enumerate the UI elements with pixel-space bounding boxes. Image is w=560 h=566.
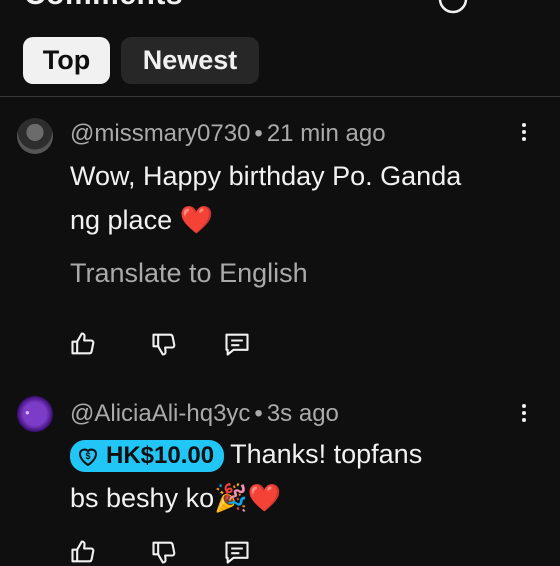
comment-text-line: Wow, Happy birthday Po. Ganda <box>70 161 462 191</box>
comment-text-segment: Thanks! topfans <box>230 439 423 469</box>
comment-text: $ HK$10.00 Thanks! topfans bs beshy ko🎉❤… <box>70 432 550 520</box>
comment-text-line: bs beshy ko🎉❤️ <box>70 476 550 520</box>
avatar[interactable]: ● <box>17 396 53 432</box>
comment-text-segment: bs beshy ko <box>70 483 215 513</box>
reply-icon[interactable] <box>223 538 251 566</box>
comment-item: @missmary0730 • 21 min ago Wow, Happy birt… <box>0 118 560 368</box>
translate-button[interactable]: Translate to English <box>70 258 308 289</box>
comment-text-segment: ng place <box>70 205 173 235</box>
comment-text-line: ng place ❤️ <box>70 198 530 242</box>
comment-meta: @missmary0730 • 21 min ago <box>70 120 386 147</box>
more-vert-icon[interactable] <box>512 401 536 425</box>
tab-newest[interactable]: Newest <box>121 37 259 84</box>
settings-icon[interactable] <box>438 0 468 14</box>
comment-text-line: $ HK$10.00 Thanks! topfans <box>70 432 550 476</box>
comment-text: Wow, Happy birthday Po. Ganda ng place ❤… <box>70 154 530 242</box>
tab-top[interactable]: Top <box>23 37 110 84</box>
like-icon[interactable] <box>69 330 97 358</box>
page-title: Comments <box>24 0 183 12</box>
more-vert-icon[interactable] <box>512 120 536 144</box>
comment-author[interactable]: @AliciaAli-hq3yc <box>70 400 250 427</box>
comment-meta: @AliciaAli-hq3yc • 3s ago <box>70 400 339 427</box>
comment-time: 21 min ago <box>266 120 386 147</box>
like-icon[interactable] <box>69 538 97 566</box>
dislike-icon[interactable] <box>150 330 178 358</box>
comments-header: Comments Top Newest <box>0 0 560 97</box>
super-thanks-icon: $ <box>78 448 98 467</box>
svg-text:$: $ <box>85 451 90 461</box>
divider <box>0 96 560 97</box>
super-thanks-amount: HK$10.00 <box>106 441 215 469</box>
reply-icon[interactable] <box>223 330 251 358</box>
heart-emoji: ❤️ <box>179 205 214 235</box>
comment-author[interactable]: @missmary0730 <box>70 120 250 147</box>
avatar-mark: ● <box>25 408 30 417</box>
super-thanks-badge: $ HK$10.00 <box>70 439 225 472</box>
comment-item: ● @AliciaAli-hq3yc • 3s ago $ HK$10.00 Tha… <box>0 396 560 564</box>
avatar[interactable] <box>17 118 53 154</box>
party-heart-emoji: 🎉❤️ <box>214 483 282 513</box>
dislike-icon[interactable] <box>150 538 178 566</box>
comment-time: 3s ago <box>266 400 339 427</box>
